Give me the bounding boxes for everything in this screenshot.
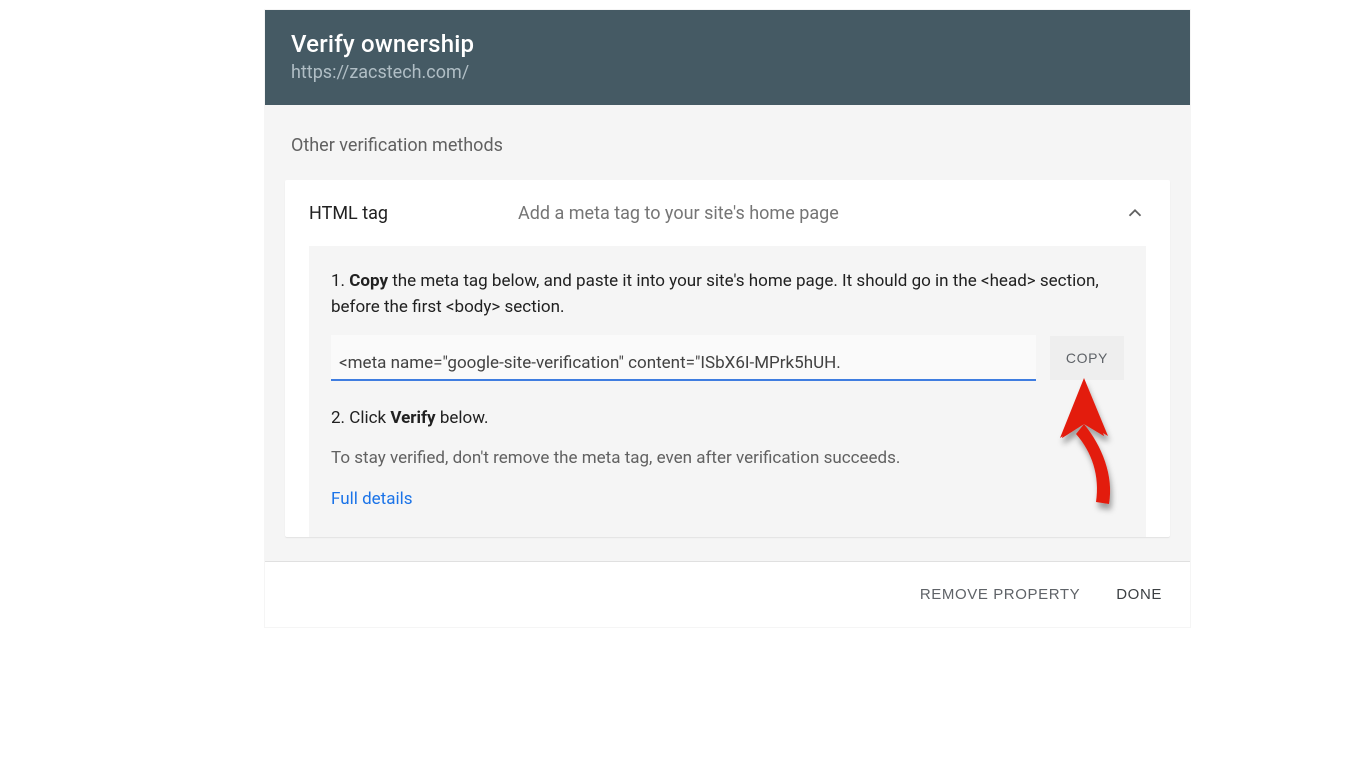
dialog-site-url: https://zacstech.com/: [291, 62, 1164, 83]
copy-button[interactable]: COPY: [1050, 336, 1124, 380]
dialog-footer: REMOVE PROPERTY DONE: [265, 561, 1190, 627]
chevron-up-icon: [1124, 202, 1146, 224]
stay-verified-note: To stay verified, don't remove the meta …: [331, 445, 1124, 471]
method-name: HTML tag: [309, 203, 388, 224]
step-2-instruction: 2. Click Verify below.: [331, 405, 1124, 431]
verification-method-card: HTML tag Add a meta tag to your site's h…: [285, 180, 1170, 537]
html-tag-panel: 1. Copy the meta tag below, and paste it…: [309, 246, 1146, 537]
remove-property-button[interactable]: REMOVE PROPERTY: [918, 580, 1082, 609]
step-1-instruction: 1. Copy the meta tag below, and paste it…: [331, 268, 1124, 321]
full-details-link[interactable]: Full details: [331, 489, 413, 509]
other-methods-label: Other verification methods: [291, 135, 1170, 156]
dialog-title: Verify ownership: [291, 30, 1164, 58]
dialog-header: Verify ownership https://zacstech.com/: [265, 10, 1190, 105]
dialog-body: Other verification methods HTML tag Add …: [265, 105, 1190, 537]
done-button[interactable]: DONE: [1114, 580, 1164, 609]
verify-ownership-dialog: Verify ownership https://zacstech.com/ O…: [265, 10, 1190, 627]
meta-tag-row: <meta name="google-site-verification" co…: [331, 335, 1124, 381]
html-tag-accordion-header[interactable]: HTML tag Add a meta tag to your site's h…: [285, 180, 1170, 246]
method-description: Add a meta tag to your site's home page: [518, 203, 1124, 224]
meta-tag-field[interactable]: <meta name="google-site-verification" co…: [331, 335, 1036, 381]
